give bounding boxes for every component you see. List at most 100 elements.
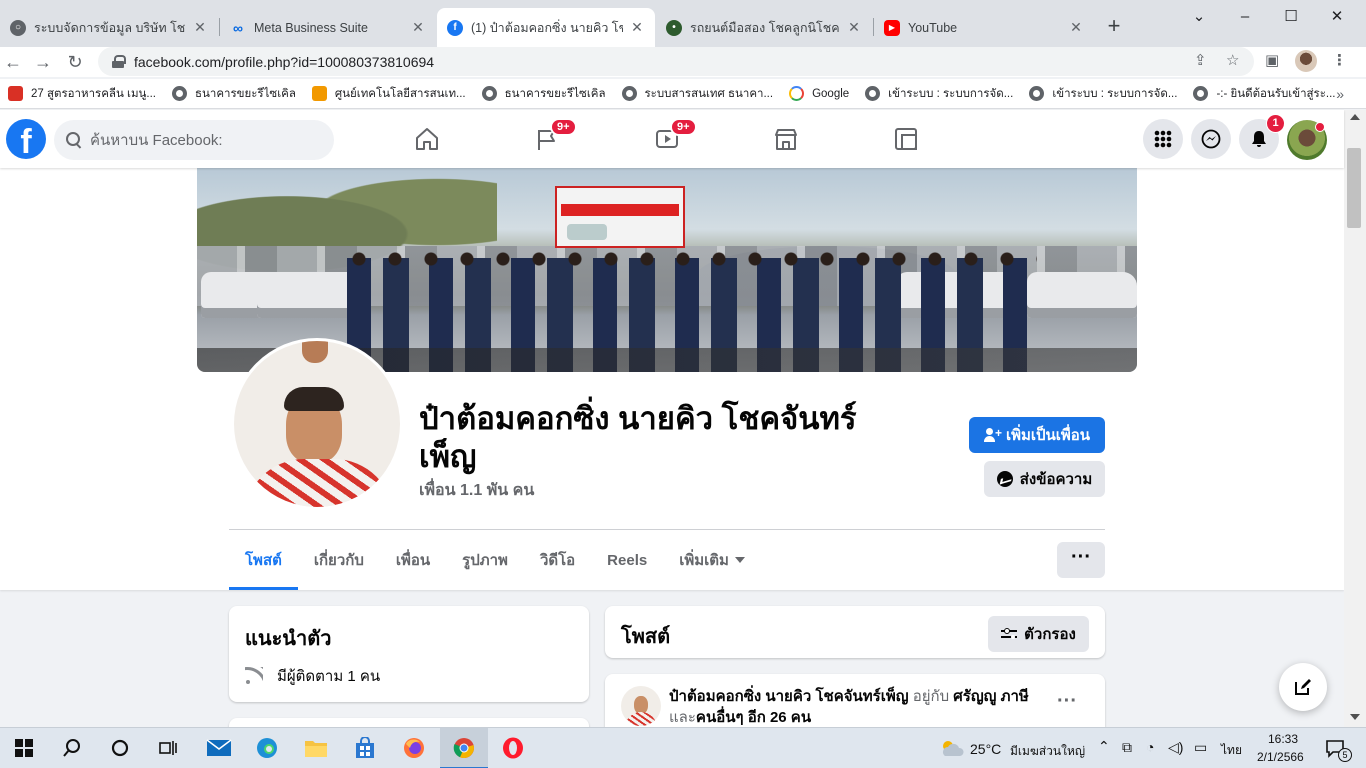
- browser-tab-3-active[interactable]: f (1) ป๋าต้อมคอกซิ่ง นายคิว โชคจันท ✕: [437, 8, 655, 47]
- minimize-button[interactable]: –: [1222, 0, 1268, 32]
- new-message-button[interactable]: [1279, 663, 1327, 711]
- store-icon[interactable]: [351, 734, 379, 762]
- bookmark-item[interactable]: ธนาคารขยะรีไซเคิล: [474, 80, 614, 108]
- wifi-icon[interactable]: ◔: [1146, 739, 1154, 755]
- battery-icon[interactable]: ▭: [1194, 739, 1207, 756]
- clock-date[interactable]: 2/1/2566: [1257, 750, 1304, 764]
- chrome-icon[interactable]: [450, 734, 478, 762]
- facebook-logo[interactable]: f: [6, 119, 46, 159]
- pages-flag-nav-icon[interactable]: 9+: [530, 118, 577, 156]
- forward-icon[interactable]: →: [30, 49, 56, 75]
- profile-header: ป๋าต้อมคอกซิ่ง นายคิว โชคจันทร์เพ็ญ เพื่…: [0, 168, 1344, 590]
- tagged-person-link[interactable]: ศรัญญู ภาษี: [953, 688, 1029, 705]
- friend-count[interactable]: เพื่อน 1.1 พัน คน: [419, 478, 534, 503]
- tab-friends[interactable]: เพื่อน: [380, 530, 446, 590]
- profile-picture[interactable]: [231, 338, 403, 510]
- weather-temp[interactable]: 25°C: [970, 741, 1001, 757]
- bookmark-site-icon: [8, 86, 23, 101]
- close-tab-icon[interactable]: ✕: [846, 19, 862, 36]
- tab-photos[interactable]: รูปภาพ: [446, 530, 524, 590]
- page-scrollbar[interactable]: [1344, 110, 1366, 727]
- facebook-search-input[interactable]: ค้นหาบน Facebook:: [54, 120, 334, 160]
- menu-grid-icon[interactable]: [1143, 119, 1183, 159]
- bookmark-item[interactable]: Google: [781, 80, 857, 108]
- side-panel-icon[interactable]: ▣: [1265, 51, 1279, 69]
- clock-time[interactable]: 16:33: [1268, 732, 1298, 746]
- close-tab-icon[interactable]: ✕: [1068, 19, 1084, 36]
- close-tab-icon[interactable]: ✕: [192, 19, 208, 36]
- messenger-icon[interactable]: [1191, 119, 1231, 159]
- new-tab-button[interactable]: +: [1100, 12, 1128, 40]
- globe-icon: [171, 86, 187, 101]
- marketplace-nav-icon[interactable]: [769, 122, 803, 156]
- weather-cloud-icon[interactable]: [938, 734, 966, 762]
- bookmark-item[interactable]: ศูนย์เทคโนโลยีสารสนเท...: [304, 80, 474, 108]
- cover-banner-sign: [555, 186, 685, 248]
- tab-posts[interactable]: โพสต์: [229, 530, 298, 590]
- back-icon[interactable]: ←: [0, 49, 26, 75]
- firefox-icon[interactable]: [400, 734, 428, 762]
- home-nav-icon[interactable]: [410, 122, 444, 156]
- notifications-bell-icon[interactable]: 1: [1239, 114, 1285, 159]
- browser-profile-avatar[interactable]: [1295, 50, 1317, 72]
- filter-button[interactable]: ตัวกรอง: [988, 616, 1089, 652]
- reload-icon[interactable]: ↻: [62, 49, 88, 75]
- scroll-down-icon[interactable]: [1350, 714, 1360, 720]
- volume-icon[interactable]: ◁): [1168, 739, 1183, 756]
- close-window-button[interactable]: ✕: [1314, 0, 1360, 32]
- gaming-nav-icon[interactable]: [889, 122, 923, 156]
- bookmark-item[interactable]: เข้าระบบ : ระบบการจัด...: [857, 80, 1021, 108]
- bookmark-item[interactable]: เข้าระบบ : ระบบการจัด...: [1021, 80, 1185, 108]
- close-tab-icon[interactable]: ✕: [410, 19, 426, 36]
- tab-more[interactable]: เพิ่มเติม: [663, 530, 761, 590]
- tab-about[interactable]: เกี่ยวกับ: [298, 530, 380, 590]
- opera-icon[interactable]: [499, 734, 527, 762]
- profile-name: ป๋าต้อมคอกซิ่ง นายคิว โชคจันทร์เพ็ญ: [419, 401, 857, 474]
- avatar-shirt: [625, 712, 657, 726]
- close-tab-icon[interactable]: ✕: [629, 19, 645, 36]
- bookmark-star-icon[interactable]: ☆: [1226, 51, 1239, 69]
- share-icon[interactable]: ⇪: [1194, 51, 1207, 69]
- bookmarks-overflow-icon[interactable]: »: [1336, 86, 1344, 102]
- notification-badge: 9+: [670, 118, 697, 136]
- bookmark-item[interactable]: -:- ยินดีต้อนรับเข้าสู่ระ...: [1185, 80, 1343, 108]
- browser-tab-2[interactable]: ∞ Meta Business Suite ✕: [220, 8, 436, 47]
- input-language[interactable]: ไทย: [1221, 741, 1242, 760]
- windows-start-icon[interactable]: [10, 734, 38, 762]
- browser-tab-4[interactable]: • รถยนต์มือสอง โชคลูกนิโชค อุดรธา ✕: [656, 8, 872, 47]
- search-icon: [66, 132, 82, 148]
- tab-videos[interactable]: วิดีโอ: [524, 530, 591, 590]
- followers-row[interactable]: มีผู้ติดตาม 1 คน: [245, 664, 380, 688]
- edge-icon[interactable]: [253, 734, 281, 762]
- watch-nav-icon[interactable]: 9+: [650, 118, 697, 156]
- tab-search-icon[interactable]: ⌄: [1176, 0, 1222, 32]
- action-center-icon[interactable]: 5: [1322, 734, 1352, 762]
- tagged-others-link[interactable]: คนอื่นๆ อีก 26 คน: [696, 709, 811, 726]
- scroll-thumb[interactable]: [1347, 148, 1361, 228]
- browser-tab-5[interactable]: ▶ YouTube ✕: [874, 8, 1094, 47]
- bookmark-item[interactable]: ธนาคารขยะรีไซเคิล: [164, 80, 304, 108]
- send-message-button[interactable]: ส่งข้อความ: [984, 461, 1105, 497]
- address-bar[interactable]: facebook.com/profile.php?id=100080373810…: [98, 47, 1254, 76]
- post-author-avatar[interactable]: [621, 686, 661, 726]
- search-icon[interactable]: [58, 734, 86, 762]
- profile-more-button[interactable]: ···: [1057, 542, 1105, 578]
- file-explorer-icon[interactable]: [302, 734, 330, 762]
- browser-tab-1[interactable]: ○ ระบบจัดการข้อมูล บริษัท โชคลูกนี้ ✕: [0, 8, 218, 47]
- scroll-up-icon[interactable]: [1350, 114, 1360, 120]
- tray-overflow-icon[interactable]: ⌃: [1098, 738, 1110, 755]
- bookmark-item[interactable]: ระบบสารสนเทศ ธนาคา...: [614, 80, 782, 108]
- bookmark-item[interactable]: 27 สูตรอาหารคลีน เมนู...: [0, 80, 164, 108]
- maximize-button[interactable]: ☐: [1268, 0, 1314, 32]
- add-friend-button[interactable]: + เพิ่มเป็นเพื่อน: [969, 417, 1105, 453]
- post-options-button[interactable]: ···: [1057, 690, 1077, 713]
- weather-description[interactable]: มีเมฆส่วนใหญ่: [1010, 742, 1085, 761]
- task-view-icon[interactable]: [154, 734, 182, 762]
- post-author-link[interactable]: ป๋าต้อมคอกซิ่ง นายคิว โชคจันทร์เพ็ญ: [669, 688, 909, 705]
- tab-reels[interactable]: Reels: [591, 530, 663, 590]
- cortana-icon[interactable]: [106, 734, 134, 762]
- lock-icon[interactable]: [112, 55, 126, 68]
- meet-now-icon[interactable]: ⧉: [1122, 739, 1132, 756]
- mail-icon[interactable]: [205, 734, 233, 762]
- browser-menu-icon[interactable]: ⋮: [1332, 51, 1347, 69]
